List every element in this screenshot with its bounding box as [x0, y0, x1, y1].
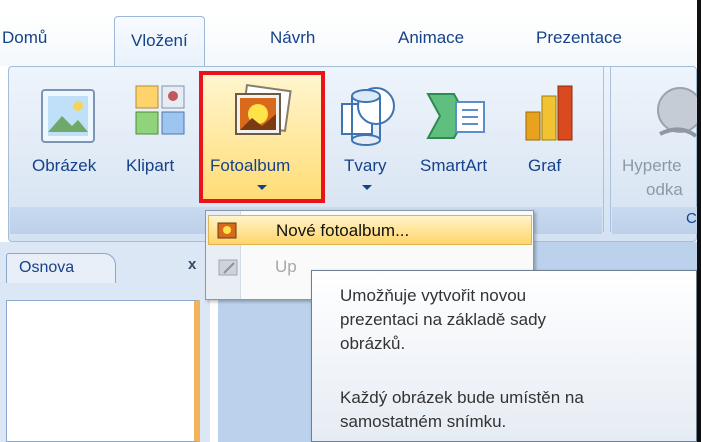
ribbon-tabs: Domů Vložení Návrh Animace Prezentace: [0, 14, 697, 68]
group-label-tail: C: [686, 210, 697, 227]
outline-content[interactable]: [6, 300, 200, 442]
hyperlink-button-line1[interactable]: Hyperte: [622, 156, 682, 176]
tab-insert[interactable]: Vložení: [114, 16, 205, 68]
photo-album-icon[interactable]: [232, 84, 292, 142]
tooltip-line: samostatném snímku.: [340, 412, 507, 431]
menu-item-label: Nové fotoalbum...: [276, 221, 410, 240]
shapes-button[interactable]: Tvary: [344, 156, 387, 176]
smartart-button[interactable]: SmartArt: [420, 156, 487, 176]
chart-button[interactable]: Graf: [528, 156, 561, 176]
hyperlink-icon[interactable]: [650, 84, 697, 144]
photo-album-button[interactable]: Fotoalbum: [210, 156, 290, 176]
chevron-down-icon[interactable]: [257, 185, 267, 190]
menu-item-label: Up: [275, 257, 297, 276]
tab-presentation[interactable]: Prezentace: [536, 28, 622, 48]
tooltip-line: prezentaci na základě sady: [340, 310, 547, 329]
chart-icon[interactable]: [522, 82, 576, 144]
tooltip-line: Každý obrázek bude umístěn na: [340, 388, 584, 407]
tab-home[interactable]: Domů: [2, 28, 47, 48]
tab-outline[interactable]: Osnova: [6, 253, 116, 283]
group-footer-links: [612, 207, 697, 234]
close-icon[interactable]: x: [188, 256, 196, 273]
clipart-button[interactable]: Klipart: [126, 156, 174, 176]
tab-animations[interactable]: Animace: [398, 28, 464, 48]
shapes-icon[interactable]: [338, 84, 400, 146]
new-album-icon: [217, 222, 237, 239]
picture-icon[interactable]: [40, 88, 96, 144]
edit-album-icon: [218, 259, 238, 276]
tooltip-line: Umožňuje vytvořit novou: [340, 286, 527, 305]
menu-item-new-photo-album[interactable]: Nové fotoalbum...: [208, 215, 532, 245]
group-separator: [610, 66, 611, 232]
app-window: Domů Vložení Návrh Animace Prezentace Ob…: [0, 0, 701, 442]
chevron-down-icon[interactable]: [362, 185, 372, 190]
clipart-icon[interactable]: [134, 84, 188, 140]
picture-button[interactable]: Obrázek: [32, 156, 96, 176]
hyperlink-button-line2: odka: [646, 180, 683, 199]
group-separator: [603, 66, 604, 232]
smartart-icon[interactable]: [426, 88, 488, 144]
tooltip-line: obrázků.: [340, 334, 406, 353]
tab-design[interactable]: Návrh: [270, 28, 315, 48]
